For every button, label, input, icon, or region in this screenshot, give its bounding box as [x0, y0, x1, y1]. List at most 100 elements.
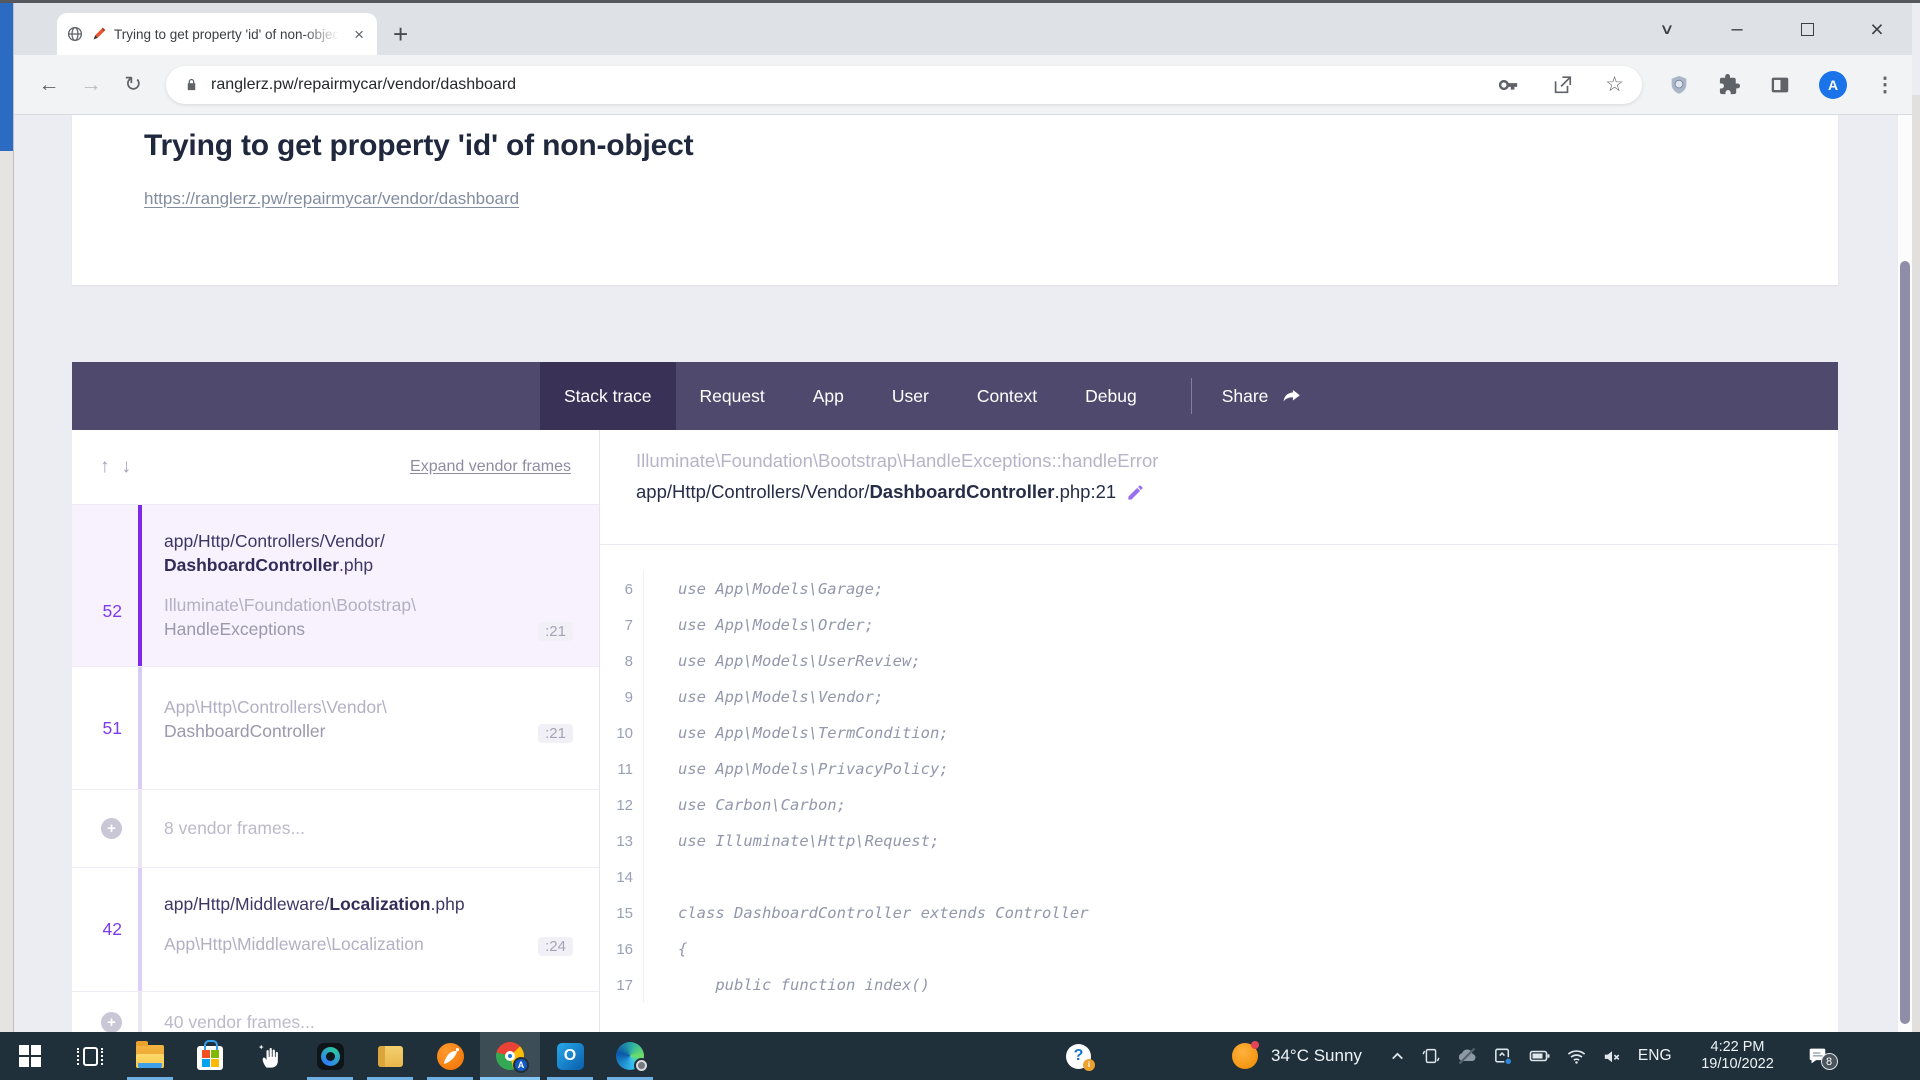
file-explorer-icon [136, 1045, 164, 1068]
share-button[interactable]: Share [1192, 362, 1331, 430]
sync-status-icon[interactable] [1492, 1045, 1515, 1068]
frame-number: 51 [72, 667, 138, 789]
frame-class: App\Http\Middleware\Localization [164, 932, 538, 956]
error-card: Trying to get property 'id' of non-objec… [72, 115, 1838, 285]
edit-pencil-icon[interactable] [1126, 483, 1145, 502]
tab-debug[interactable]: Debug [1061, 362, 1161, 430]
browser-tab[interactable]: Trying to get property 'id' of non-objec… [57, 13, 377, 55]
tab-close-icon[interactable]: × [351, 26, 367, 43]
frame-file-name: app/Http/Controllers/Vendor/DashboardCon… [636, 481, 1838, 503]
lock-icon [184, 76, 199, 93]
frame-class: Illuminate\Foundation\Bootstrap\HandleEx… [164, 593, 538, 641]
chrome-profile-badge: A [513, 1057, 529, 1073]
microsoft-store-button[interactable] [180, 1032, 240, 1080]
stack-frames-sidebar: ↑ ↓ Expand vendor frames 52 app/Http/Con… [72, 430, 600, 1032]
vendor-frames-collapsed-2[interactable]: + 40 vendor frames... [72, 992, 599, 1032]
windows-taskbar: A O ?i 34°C Sunny ENG 4:22 PM 19/10/2022… [0, 1032, 1920, 1080]
tray-chevron-up-icon[interactable] [1388, 1047, 1407, 1066]
task-view-button[interactable] [60, 1032, 120, 1080]
code-line: 14 [600, 859, 1838, 895]
tab-context[interactable]: Context [953, 362, 1061, 430]
expand-vendor-frames-link[interactable]: Expand vendor frames [410, 458, 571, 476]
side-panel-icon[interactable] [1769, 74, 1791, 96]
stack-frame-52[interactable]: 52 app/Http/Controllers/Vendor/Dashboard… [72, 505, 599, 667]
error-url-link[interactable]: https://ranglerz.pw/repairmycar/vendor/d… [144, 189, 519, 209]
extensions-puzzle-icon[interactable] [1718, 73, 1741, 96]
frame-number: 42 [72, 868, 138, 991]
webex-icon [317, 1043, 344, 1070]
avast-button[interactable] [420, 1032, 480, 1080]
stack-frame-42[interactable]: 42 app/Http/Middleware/Localization.php … [72, 868, 599, 992]
weather-sun-icon[interactable] [1232, 1043, 1258, 1069]
scrollbar-thumb[interactable] [1900, 261, 1910, 1024]
code-line: 6use App\Models\Garage; [600, 571, 1838, 607]
page-scrollbar[interactable] [1897, 115, 1912, 1032]
share-icon[interactable] [1551, 74, 1573, 96]
onedrive-paused-icon[interactable] [1455, 1044, 1479, 1068]
edge-button[interactable] [600, 1032, 660, 1080]
background-window-sliver-right [1912, 95, 1920, 1032]
webex-button[interactable] [300, 1032, 360, 1080]
language-indicator[interactable]: ENG [1638, 1047, 1672, 1065]
frame-number: 52 [72, 505, 138, 666]
code-header: Illuminate\Foundation\Bootstrap\HandleEx… [600, 430, 1838, 545]
code-line: 10use App\Models\TermCondition; [600, 715, 1838, 751]
tab-user[interactable]: User [868, 362, 953, 430]
stack-frame-51[interactable]: 51 App\Http\Controllers\Vendor\Dashboard… [72, 667, 599, 790]
hand-app-button[interactable] [240, 1032, 300, 1080]
weather-text[interactable]: 34°C Sunny [1271, 1046, 1362, 1066]
new-tab-button[interactable]: + [393, 21, 408, 47]
notes-folder-button[interactable] [360, 1032, 420, 1080]
close-button[interactable]: × [1842, 3, 1912, 55]
hand-icon [256, 1042, 284, 1070]
tab-app[interactable]: App [789, 362, 868, 430]
code-line: 17 public function index() [600, 967, 1838, 1003]
profile-avatar[interactable]: A [1819, 71, 1847, 99]
vendor-frames-label: 40 vendor frames... [142, 992, 599, 1032]
chrome-button[interactable]: A [480, 1032, 540, 1080]
reload-button[interactable]: ↻ [112, 64, 154, 106]
browser-window: Trying to get property 'id' of non-objec… [14, 3, 1912, 1032]
clock[interactable]: 4:22 PM 19/10/2022 [1690, 1039, 1786, 1073]
page-viewport: Trying to get property 'id' of non-objec… [14, 115, 1912, 1032]
next-frame-icon[interactable]: ↓ [122, 456, 132, 478]
outlook-button[interactable]: O [540, 1032, 600, 1080]
maximize-button[interactable] [1772, 3, 1842, 55]
notification-count-badge: 8 [1821, 1053, 1838, 1070]
start-button[interactable] [0, 1032, 60, 1080]
volume-muted-icon[interactable] [1601, 1045, 1624, 1068]
code-line: 13use Illuminate\Http\Request; [600, 823, 1838, 859]
code-panel: Illuminate\Foundation\Bootstrap\HandleEx… [600, 430, 1838, 1032]
wifi-icon[interactable] [1565, 1045, 1588, 1068]
time: 4:22 PM [1690, 1039, 1786, 1056]
code-line: 8use App\Models\UserReview; [600, 643, 1838, 679]
bookmark-star-icon[interactable]: ☆ [1605, 74, 1624, 95]
tab-stack-trace[interactable]: Stack trace [540, 362, 676, 430]
vendor-frames-label: 8 vendor frames... [142, 790, 599, 867]
outlook-icon: O [557, 1043, 584, 1070]
prev-frame-icon[interactable]: ↑ [100, 456, 110, 478]
code-line: 9use App\Models\Vendor; [600, 679, 1838, 715]
pencil-favicon [90, 26, 107, 43]
expand-plus-icon[interactable]: + [101, 1012, 122, 1033]
battery-icon[interactable] [1528, 1044, 1552, 1068]
window-chevron-icon[interactable]: ∨ [1618, 3, 1716, 55]
edge-icon [616, 1042, 644, 1070]
yellow-folder-icon [378, 1046, 403, 1067]
shield-extension-icon[interactable] [1668, 73, 1690, 97]
tab-request[interactable]: Request [676, 362, 789, 430]
screen-rotate-icon[interactable] [1420, 1045, 1442, 1067]
get-help-tray[interactable]: ?i [1066, 1032, 1091, 1080]
frame-file-path: app/Http/Controllers/Vendor/DashboardCon… [164, 529, 573, 577]
background-window-sliver [0, 3, 14, 1032]
expand-plus-icon[interactable]: + [101, 818, 122, 839]
back-button[interactable]: ← [28, 64, 70, 106]
menu-icon[interactable]: ⋮ [1875, 72, 1895, 97]
taskbar-right: 34°C Sunny ENG 4:22 PM 19/10/2022 8 [1232, 1032, 1829, 1080]
forward-button[interactable]: → [70, 64, 112, 106]
key-icon[interactable] [1497, 74, 1519, 96]
address-bar[interactable]: ranglerz.pw/repairmycar/vendor/dashboard… [166, 66, 1642, 104]
file-explorer-button[interactable] [120, 1032, 180, 1080]
action-center-button[interactable]: 8 [1806, 1045, 1829, 1067]
vendor-frames-collapsed[interactable]: + 8 vendor frames... [72, 790, 599, 868]
